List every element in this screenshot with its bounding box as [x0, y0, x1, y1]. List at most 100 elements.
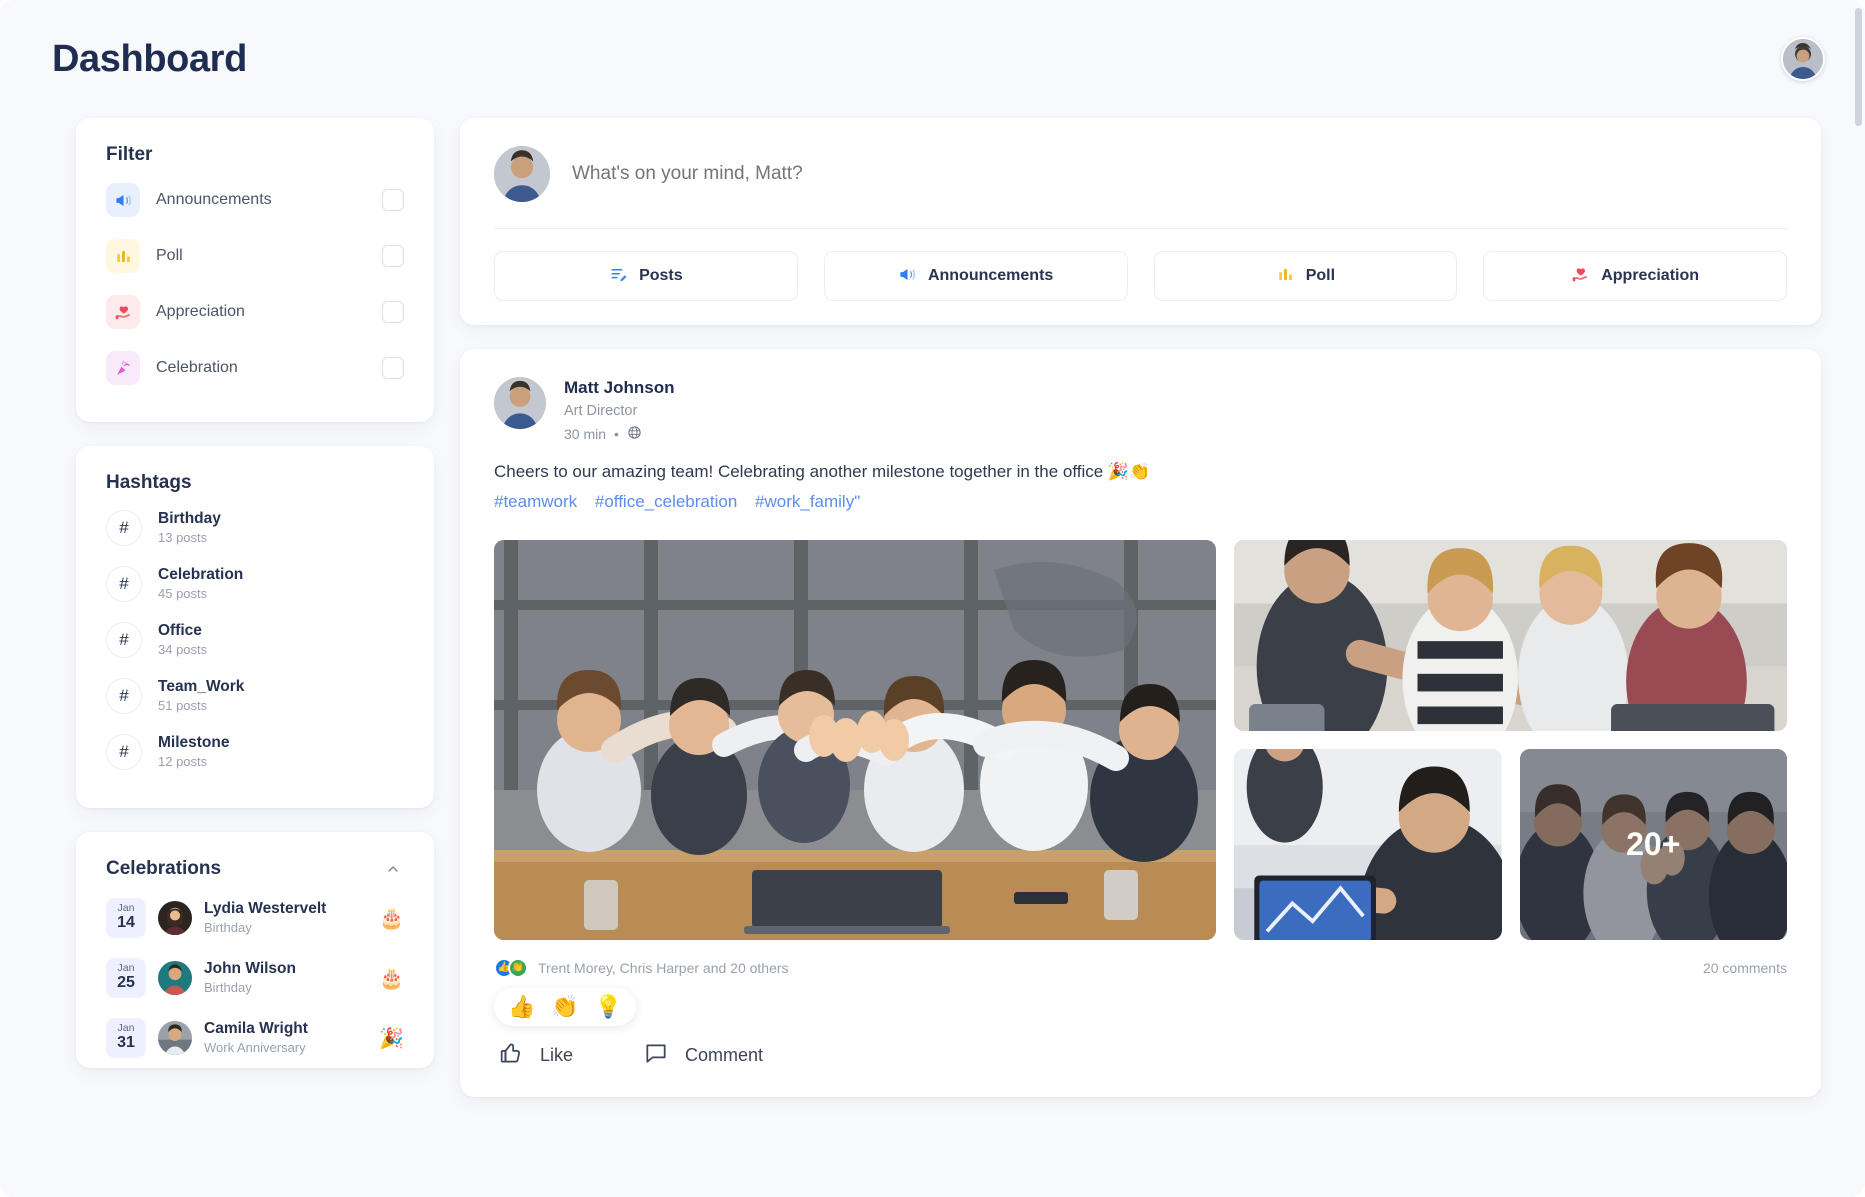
- filter-item-appreciation[interactable]: Appreciation: [76, 284, 434, 340]
- celebration-item-camila-wright[interactable]: Jan 31 Camila Wright Work Anniversary 🎉: [76, 1008, 434, 1068]
- avatar: [158, 961, 192, 995]
- media-more-overlay[interactable]: 20+: [1519, 748, 1787, 940]
- celebration-item-john-wilson[interactable]: Jan 25 John Wilson Birthday 🎂: [76, 948, 434, 1008]
- post-media-thumb-2[interactable]: [1234, 748, 1502, 940]
- hashtag-item-team-work[interactable]: # Team_Work 51 posts: [76, 668, 434, 724]
- megaphone-icon: [898, 265, 917, 287]
- hashtag-count: 13 posts: [158, 530, 208, 546]
- post-media-thumb-1[interactable]: [1234, 539, 1787, 731]
- dashboard-app: Dashboard Filter Announcements Poll Appr…: [0, 0, 1865, 1197]
- date-day: 31: [117, 1034, 135, 1052]
- composer-action-announcements[interactable]: Announcements: [823, 251, 1128, 301]
- hashtag-name: Office: [158, 621, 202, 639]
- hashtag-name: Team_Work: [158, 677, 245, 695]
- reaction-lightbulb-icon[interactable]: 💡: [595, 995, 622, 1018]
- date-badge: Jan 25: [106, 957, 146, 999]
- filter-checkbox-appreciation[interactable]: [382, 301, 404, 323]
- post-text: Cheers to our amazing team! Celebrating …: [494, 462, 1151, 482]
- avatar[interactable]: [494, 377, 546, 429]
- composer-action-label: Announcements: [927, 267, 1054, 284]
- hashtags-card: Hashtags # Birthday 13 posts # Celebrati…: [76, 446, 434, 808]
- page-header: Dashboard: [0, 0, 1865, 118]
- post-media-primary[interactable]: [494, 539, 1216, 940]
- hashtag-item-milestone[interactable]: # Milestone 12 posts: [76, 724, 434, 780]
- reaction-picker: 👍 👏 💡: [494, 987, 637, 1026]
- composer-action-label: Posts: [639, 267, 683, 284]
- avatar: [158, 1021, 192, 1055]
- megaphone-icon: [106, 183, 140, 217]
- hashtag-name: Celebration: [158, 565, 244, 583]
- filter-checkbox-poll[interactable]: [382, 245, 404, 267]
- composer-input[interactable]: [572, 163, 1787, 185]
- hashtag-item-birthday[interactable]: # Birthday 13 posts: [76, 500, 434, 556]
- hash-symbol-icon: #: [106, 734, 142, 770]
- filter-item-label: Celebration: [156, 359, 238, 376]
- hashtag-item-office[interactable]: # Office 34 posts: [76, 612, 434, 668]
- composer-action-appreciation[interactable]: Appreciation: [1483, 251, 1787, 301]
- party-popper-icon: 🎉: [379, 1027, 404, 1050]
- bar-chart-icon: [106, 239, 140, 273]
- date-month: Jan: [117, 1021, 135, 1034]
- page-title: Dashboard: [52, 37, 247, 80]
- post-footer: 👍 👏 Trent Morey, Chris Harper and 20 oth…: [460, 940, 1821, 1097]
- filter-item-announcements[interactable]: Announcements: [76, 172, 434, 228]
- reaction-clap-icon[interactable]: 👏: [551, 995, 578, 1018]
- hash-symbol-icon: #: [106, 566, 142, 602]
- hashtags-title: Hashtags: [106, 472, 192, 493]
- celebration-name: John Wilson: [204, 960, 296, 978]
- post-media-grid: 20+: [460, 516, 1821, 940]
- post-author[interactable]: Matt Johnson: [564, 377, 675, 399]
- hashtag-count: 12 posts: [158, 754, 208, 770]
- celebrations-header: Celebrations: [76, 832, 434, 888]
- composer-action-posts[interactable]: Posts: [494, 251, 798, 301]
- page-scrollbar[interactable]: [1855, 8, 1862, 126]
- celebration-item-lydia-westervelt[interactable]: Jan 14 Lydia Westervelt Birthday 🎂: [76, 888, 434, 948]
- like-button[interactable]: Like: [498, 1040, 573, 1071]
- filter-checkbox-announcements[interactable]: [382, 189, 404, 211]
- hashtag-name: Birthday: [158, 509, 221, 527]
- chevron-up-icon[interactable]: [382, 858, 404, 880]
- post-hashtag[interactable]: #teamwork: [494, 492, 577, 511]
- hashtag-name: Milestone: [158, 733, 230, 751]
- reactors-text[interactable]: Trent Morey, Chris Harper and 20 others: [538, 960, 789, 976]
- avatar: [494, 146, 550, 202]
- filter-item-poll[interactable]: Poll: [76, 228, 434, 284]
- reaction-thumbs-up-icon[interactable]: 👍: [508, 995, 535, 1018]
- post-time: 30 min: [564, 426, 607, 443]
- post-meta: 30 min •: [564, 425, 675, 443]
- hashtag-count: 45 posts: [158, 586, 208, 602]
- post-footer-actions: Like Comment: [494, 1026, 1787, 1097]
- post-hashtag[interactable]: #work_family": [755, 492, 860, 511]
- composer-top: [460, 118, 1821, 228]
- celebration-occasion: Birthday: [204, 979, 252, 995]
- avatar-image: [1783, 39, 1823, 79]
- like-label: Like: [540, 1044, 574, 1065]
- filter-item-celebration[interactable]: Celebration: [76, 340, 434, 396]
- birthday-cake-icon: 🎂: [379, 967, 404, 990]
- avatar: [158, 901, 192, 935]
- hashtag-item-celebration[interactable]: # Celebration 45 posts: [76, 556, 434, 612]
- date-month: Jan: [117, 961, 135, 974]
- filter-item-label: Announcements: [156, 191, 272, 208]
- globe-icon: [627, 425, 642, 443]
- composer-action-poll[interactable]: Poll: [1153, 251, 1458, 301]
- hash-symbol-icon: #: [106, 510, 142, 546]
- comments-count[interactable]: 20 comments: [1703, 960, 1787, 976]
- composer-actions: Posts Announcements Poll Appreciation: [460, 229, 1821, 303]
- celebration-name: Lydia Westervelt: [204, 900, 327, 918]
- filter-checkbox-celebration[interactable]: [382, 357, 404, 379]
- composer-action-label: Poll: [1305, 267, 1336, 284]
- post-media-thumb-3[interactable]: 20+: [1519, 748, 1787, 940]
- post-body: Cheers to our amazing team! Celebrating …: [460, 443, 1821, 516]
- heart-hand-icon: [1571, 265, 1590, 287]
- date-badge: Jan 31: [106, 1017, 146, 1059]
- avatar[interactable]: [1781, 37, 1825, 81]
- comment-button[interactable]: Comment: [643, 1040, 763, 1071]
- post-hashtag[interactable]: #office_celebration: [595, 492, 737, 511]
- comment-bubble-icon: [643, 1040, 669, 1071]
- hash-symbol-icon: #: [106, 622, 142, 658]
- post-hashtags: #teamwork #office_celebration #work_fami…: [494, 489, 1787, 515]
- composer-card: Posts Announcements Poll: [460, 118, 1821, 325]
- heart-hand-icon: [106, 295, 140, 329]
- post-reactions-summary: 👍 👏 Trent Morey, Chris Harper and 20 oth…: [494, 957, 1787, 978]
